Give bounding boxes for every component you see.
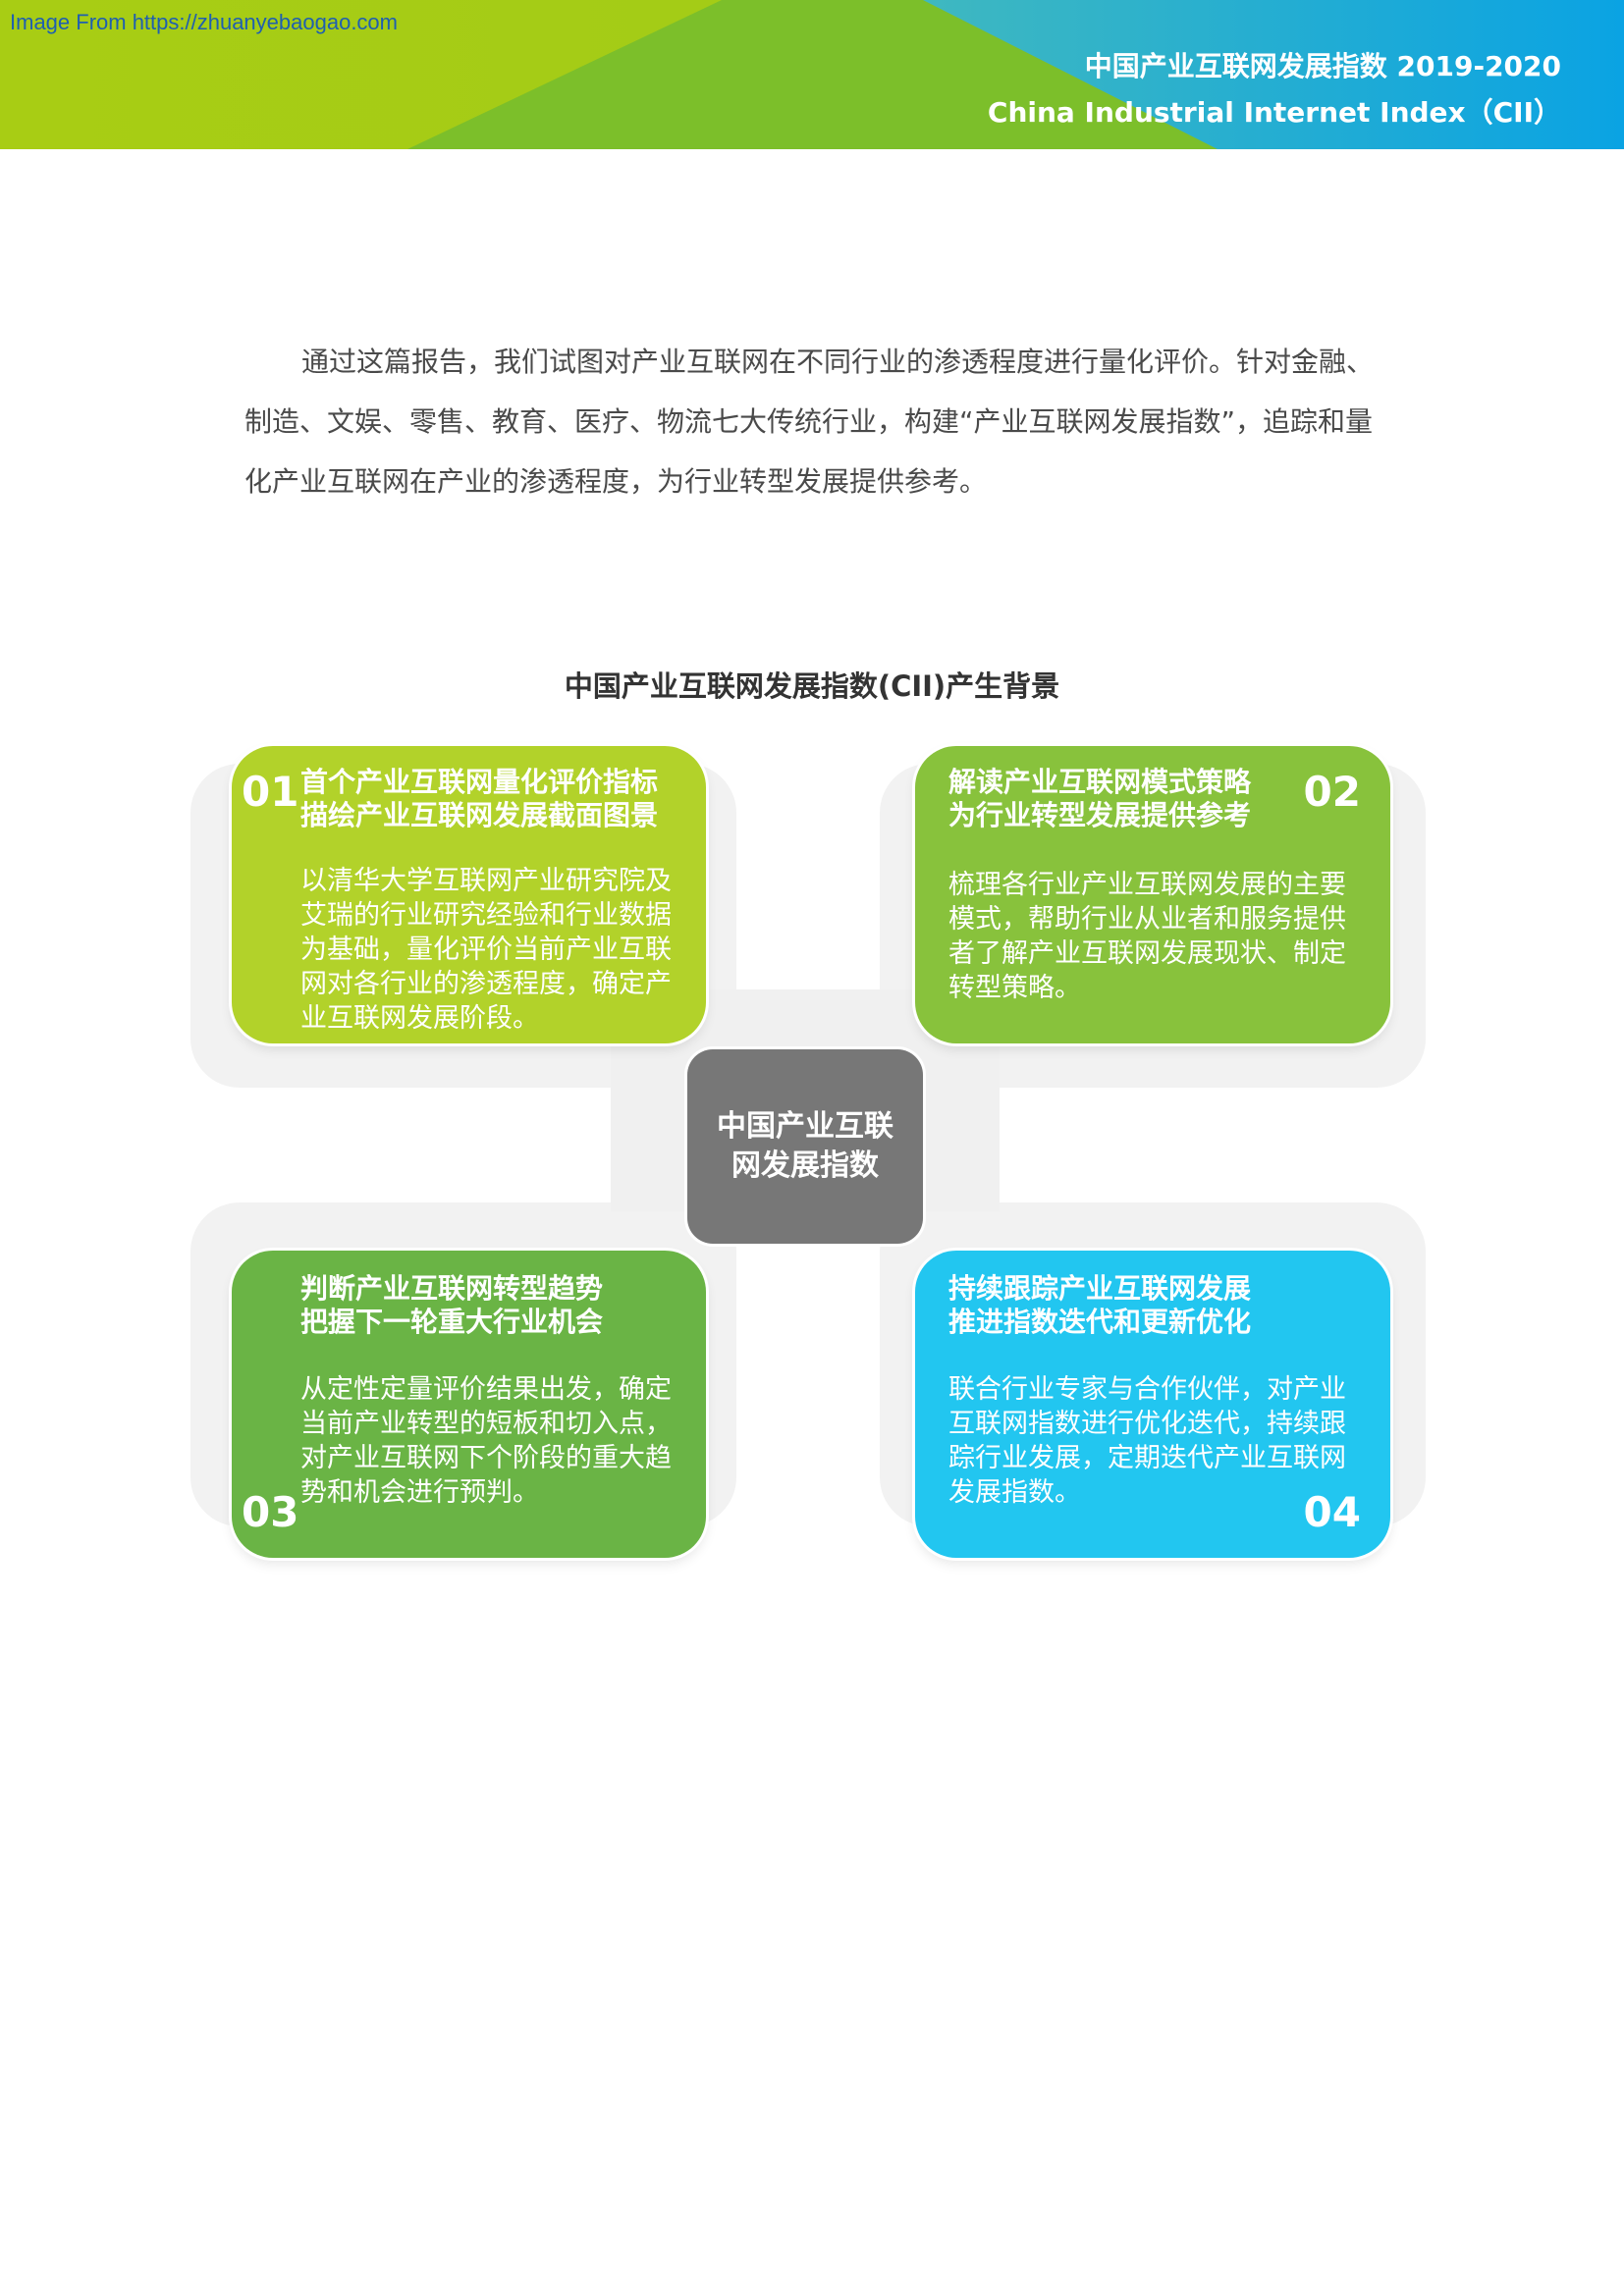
card-heading: 首个产业互联网量化评价指标 描绘产业互联网发展截面图景 bbox=[300, 766, 659, 831]
card-body: 梳理各行业产业互联网发展的主要模式，帮助行业从业者和服务提供者了解产业互联网发展… bbox=[948, 870, 1346, 1003]
card-03: 判断产业互联网转型趋势 把握下一轮重大行业机会 从定性定量评价结果出发，确定当前… bbox=[232, 1251, 706, 1558]
card-number: 01 bbox=[242, 768, 299, 816]
watermark-text: Image From https://zhuanyebaogao.com bbox=[10, 10, 398, 34]
header-title: 中国产业互联网发展指数 2019-2020 bbox=[1084, 50, 1561, 82]
card-heading: 持续跟踪产业互联网发展 推进指数迭代和更新优化 bbox=[948, 1272, 1252, 1338]
card-body: 以清华大学互联网产业研究院及艾瑞的行业研究经验和行业数据为基础，量化评价当前产业… bbox=[300, 866, 672, 1034]
center-label: 中国产业互联网发展指数 bbox=[717, 1109, 893, 1183]
card-body: 从定性定量评价结果出发，确定当前产业转型的短板和切入点，对产业互联网下个阶段的重… bbox=[300, 1374, 672, 1508]
card-01: 01 首个产业互联网量化评价指标 描绘产业互联网发展截面图景 以清华大学互联网产… bbox=[232, 746, 706, 1043]
card-04: 持续跟踪产业互联网发展 推进指数迭代和更新优化 联合行业专家与合作伙伴，对产业互… bbox=[915, 1251, 1390, 1558]
center-node: 中国产业互联网发展指数 bbox=[687, 1049, 923, 1244]
header-banner: Image From https://zhuanyebaogao.com 中国产… bbox=[0, 0, 1624, 149]
card-number: 04 bbox=[1303, 1488, 1361, 1536]
card-heading: 判断产业互联网转型趋势 把握下一轮重大行业机会 bbox=[300, 1272, 604, 1338]
diagram-title: 中国产业互联网发展指数(CII)产生背景 bbox=[564, 669, 1060, 703]
card-02: 02 解读产业互联网模式策略 为行业转型发展提供参考 梳理各行业产业互联网发展的… bbox=[915, 746, 1390, 1043]
card-body: 联合行业专家与合作伙伴，对产业互联网指数进行优化迭代，持续跟踪行业发展，定期迭代… bbox=[948, 1374, 1346, 1508]
card-heading: 解读产业互联网模式策略 为行业转型发展提供参考 bbox=[948, 766, 1252, 831]
header-subtitle: China Industrial Internet Index（CII） bbox=[987, 96, 1561, 129]
card-number: 03 bbox=[242, 1488, 299, 1536]
intro-paragraph: 通过这篇报告，我们试图对产业互联网在不同行业的渗透程度进行量化评价。针对金融、制… bbox=[244, 346, 1375, 498]
